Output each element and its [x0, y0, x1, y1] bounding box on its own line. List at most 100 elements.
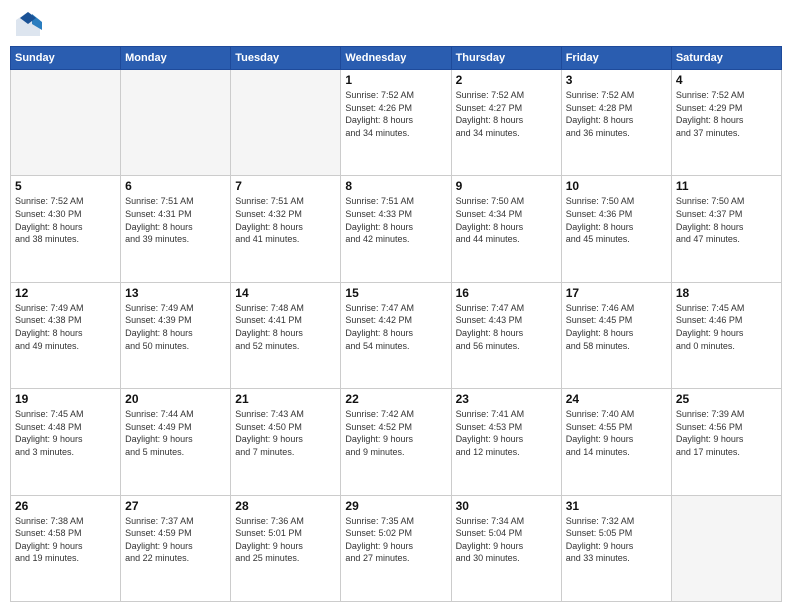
calendar-week-row: 1 Sunrise: 7:52 AM Sunset: 4:26 PM Daylig…: [11, 70, 782, 176]
day-number: 26: [15, 499, 116, 513]
calendar-day-cell: 30Sunrise: 7:34 AM Sunset: 5:04 PM Dayli…: [451, 495, 561, 601]
day-number: 11: [676, 179, 777, 193]
day-info: Sunrise: 7:39 AM Sunset: 4:56 PM Dayligh…: [676, 408, 777, 458]
calendar-day-cell: 6 Sunrise: 7:51 AM Sunset: 4:31 PM Daylig…: [121, 176, 231, 282]
day-number: 31: [566, 499, 667, 513]
day-info: Sunrise: 7:47 AM Sunset: 4:43 PM Dayligh…: [456, 302, 557, 352]
calendar-day-cell: 14 Sunrise: 7:48 AM Sunset: 4:41 PM Dayli…: [231, 282, 341, 388]
calendar-day-cell: 21 Sunrise: 7:43 AM Sunset: 4:50 PM Dayli…: [231, 389, 341, 495]
calendar-day-cell: 2 Sunrise: 7:52 AM Sunset: 4:27 PM Daylig…: [451, 70, 561, 176]
day-info: Sunrise: 7:49 AM Sunset: 4:38 PM Dayligh…: [15, 302, 116, 352]
day-info: Sunrise: 7:36 AM Sunset: 5:01 PM Dayligh…: [235, 515, 336, 565]
day-info: Sunrise: 7:52 AM Sunset: 4:27 PM Dayligh…: [456, 89, 557, 139]
day-number: 3: [566, 73, 667, 87]
day-number: 21: [235, 392, 336, 406]
calendar-day-cell: [121, 70, 231, 176]
day-number: 23: [456, 392, 557, 406]
day-number: 14: [235, 286, 336, 300]
day-info: Sunrise: 7:37 AM Sunset: 4:59 PM Dayligh…: [125, 515, 226, 565]
day-number: 4: [676, 73, 777, 87]
calendar-day-cell: 1 Sunrise: 7:52 AM Sunset: 4:26 PM Daylig…: [341, 70, 451, 176]
calendar-day-cell: [11, 70, 121, 176]
calendar-day-cell: 22 Sunrise: 7:42 AM Sunset: 4:52 PM Dayli…: [341, 389, 451, 495]
day-number: 27: [125, 499, 226, 513]
day-info: Sunrise: 7:52 AM Sunset: 4:28 PM Dayligh…: [566, 89, 667, 139]
calendar-day-cell: 31 Sunrise: 7:32 AM Sunset: 5:05 PM Dayli…: [561, 495, 671, 601]
calendar-day-cell: 8Sunrise: 7:51 AM Sunset: 4:33 PM Daylig…: [341, 176, 451, 282]
day-number: 2: [456, 73, 557, 87]
day-info: Sunrise: 7:38 AM Sunset: 4:58 PM Dayligh…: [15, 515, 116, 565]
day-number: 16: [456, 286, 557, 300]
day-info: Sunrise: 7:52 AM Sunset: 4:30 PM Dayligh…: [15, 195, 116, 245]
day-info: Sunrise: 7:47 AM Sunset: 4:42 PM Dayligh…: [345, 302, 446, 352]
calendar-day-header: Wednesday: [341, 47, 451, 70]
day-number: 17: [566, 286, 667, 300]
page: SundayMondayTuesdayWednesdayThursdayFrid…: [0, 0, 792, 612]
day-info: Sunrise: 7:45 AM Sunset: 4:48 PM Dayligh…: [15, 408, 116, 458]
calendar-day-cell: 24Sunrise: 7:40 AM Sunset: 4:55 PM Dayli…: [561, 389, 671, 495]
day-number: 7: [235, 179, 336, 193]
day-info: Sunrise: 7:49 AM Sunset: 4:39 PM Dayligh…: [125, 302, 226, 352]
calendar-day-header: Tuesday: [231, 47, 341, 70]
calendar-day-header: Monday: [121, 47, 231, 70]
calendar-day-cell: 20 Sunrise: 7:44 AM Sunset: 4:49 PM Dayli…: [121, 389, 231, 495]
calendar-day-cell: 15Sunrise: 7:47 AM Sunset: 4:42 PM Dayli…: [341, 282, 451, 388]
day-number: 29: [345, 499, 446, 513]
calendar-day-cell: 23 Sunrise: 7:41 AM Sunset: 4:53 PM Dayli…: [451, 389, 561, 495]
day-info: Sunrise: 7:40 AM Sunset: 4:55 PM Dayligh…: [566, 408, 667, 458]
calendar-day-cell: 4 Sunrise: 7:52 AM Sunset: 4:29 PM Daylig…: [671, 70, 781, 176]
day-number: 5: [15, 179, 116, 193]
calendar-header-row: SundayMondayTuesdayWednesdayThursdayFrid…: [11, 47, 782, 70]
calendar-day-cell: 16 Sunrise: 7:47 AM Sunset: 4:43 PM Dayli…: [451, 282, 561, 388]
day-info: Sunrise: 7:41 AM Sunset: 4:53 PM Dayligh…: [456, 408, 557, 458]
day-number: 12: [15, 286, 116, 300]
day-info: Sunrise: 7:50 AM Sunset: 4:37 PM Dayligh…: [676, 195, 777, 245]
day-number: 18: [676, 286, 777, 300]
calendar-day-header: Sunday: [11, 47, 121, 70]
day-info: Sunrise: 7:45 AM Sunset: 4:46 PM Dayligh…: [676, 302, 777, 352]
calendar-table: SundayMondayTuesdayWednesdayThursdayFrid…: [10, 46, 782, 602]
day-number: 13: [125, 286, 226, 300]
day-number: 22: [345, 392, 446, 406]
day-number: 28: [235, 499, 336, 513]
day-info: Sunrise: 7:44 AM Sunset: 4:49 PM Dayligh…: [125, 408, 226, 458]
day-number: 20: [125, 392, 226, 406]
calendar-day-cell: 3 Sunrise: 7:52 AM Sunset: 4:28 PM Daylig…: [561, 70, 671, 176]
day-info: Sunrise: 7:34 AM Sunset: 5:04 PM Dayligh…: [456, 515, 557, 565]
calendar-day-cell: 12 Sunrise: 7:49 AM Sunset: 4:38 PM Dayli…: [11, 282, 121, 388]
calendar-day-cell: 9Sunrise: 7:50 AM Sunset: 4:34 PM Daylig…: [451, 176, 561, 282]
day-info: Sunrise: 7:51 AM Sunset: 4:32 PM Dayligh…: [235, 195, 336, 245]
calendar-week-row: 19Sunrise: 7:45 AM Sunset: 4:48 PM Dayli…: [11, 389, 782, 495]
calendar-day-cell: 11 Sunrise: 7:50 AM Sunset: 4:37 PM Dayli…: [671, 176, 781, 282]
header: [10, 10, 782, 38]
day-number: 25: [676, 392, 777, 406]
calendar-day-cell: [231, 70, 341, 176]
day-info: Sunrise: 7:35 AM Sunset: 5:02 PM Dayligh…: [345, 515, 446, 565]
day-info: Sunrise: 7:52 AM Sunset: 4:29 PM Dayligh…: [676, 89, 777, 139]
calendar-day-cell: 13 Sunrise: 7:49 AM Sunset: 4:39 PM Dayli…: [121, 282, 231, 388]
calendar-day-cell: 7 Sunrise: 7:51 AM Sunset: 4:32 PM Daylig…: [231, 176, 341, 282]
day-info: Sunrise: 7:32 AM Sunset: 5:05 PM Dayligh…: [566, 515, 667, 565]
day-info: Sunrise: 7:52 AM Sunset: 4:26 PM Dayligh…: [345, 89, 446, 139]
day-info: Sunrise: 7:42 AM Sunset: 4:52 PM Dayligh…: [345, 408, 446, 458]
calendar-day-cell: 28 Sunrise: 7:36 AM Sunset: 5:01 PM Dayli…: [231, 495, 341, 601]
day-info: Sunrise: 7:51 AM Sunset: 4:31 PM Dayligh…: [125, 195, 226, 245]
calendar-week-row: 26 Sunrise: 7:38 AM Sunset: 4:58 PM Dayli…: [11, 495, 782, 601]
logo-icon: [14, 10, 42, 38]
calendar-day-cell: 10Sunrise: 7:50 AM Sunset: 4:36 PM Dayli…: [561, 176, 671, 282]
day-number: 1: [345, 73, 446, 87]
day-info: Sunrise: 7:50 AM Sunset: 4:36 PM Dayligh…: [566, 195, 667, 245]
day-info: Sunrise: 7:48 AM Sunset: 4:41 PM Dayligh…: [235, 302, 336, 352]
day-info: Sunrise: 7:46 AM Sunset: 4:45 PM Dayligh…: [566, 302, 667, 352]
calendar-day-cell: 5 Sunrise: 7:52 AM Sunset: 4:30 PM Daylig…: [11, 176, 121, 282]
calendar-day-cell: 18 Sunrise: 7:45 AM Sunset: 4:46 PM Dayli…: [671, 282, 781, 388]
calendar-day-cell: [671, 495, 781, 601]
logo: [14, 10, 46, 38]
day-number: 6: [125, 179, 226, 193]
day-number: 8: [345, 179, 446, 193]
day-info: Sunrise: 7:43 AM Sunset: 4:50 PM Dayligh…: [235, 408, 336, 458]
day-info: Sunrise: 7:50 AM Sunset: 4:34 PM Dayligh…: [456, 195, 557, 245]
calendar-day-header: Saturday: [671, 47, 781, 70]
calendar-day-cell: 27 Sunrise: 7:37 AM Sunset: 4:59 PM Dayli…: [121, 495, 231, 601]
calendar-week-row: 5 Sunrise: 7:52 AM Sunset: 4:30 PM Daylig…: [11, 176, 782, 282]
